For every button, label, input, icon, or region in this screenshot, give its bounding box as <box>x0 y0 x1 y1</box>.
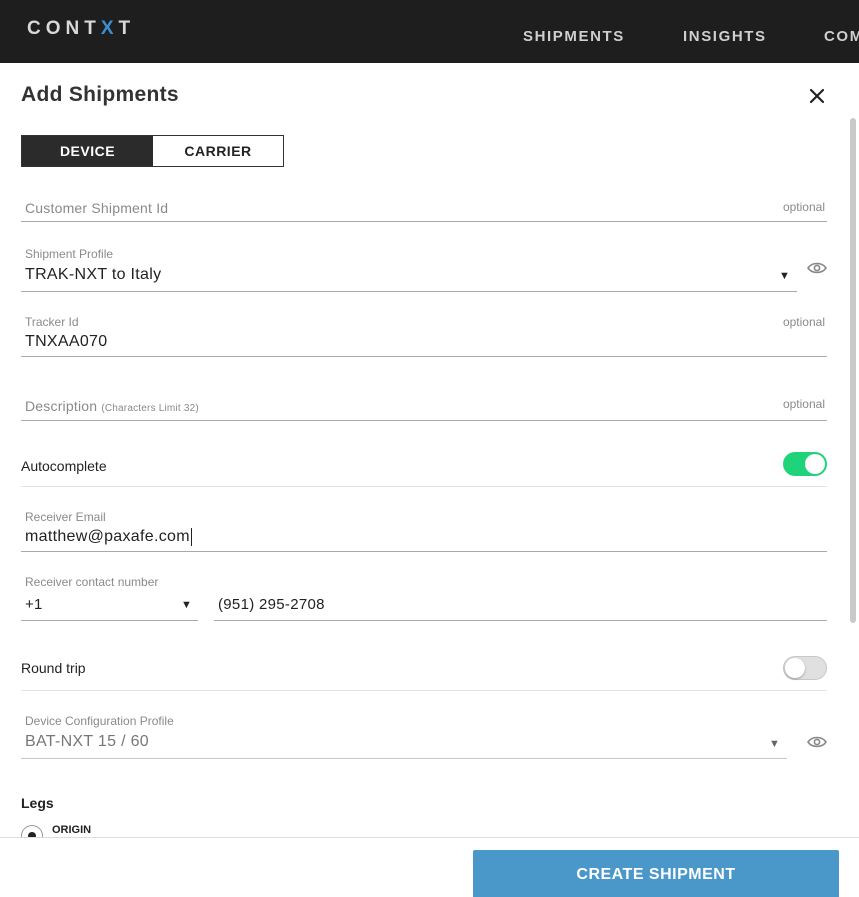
receiver-email-field[interactable]: Receiver Email matthew@paxafe.com <box>21 510 827 552</box>
create-shipment-button[interactable]: CREATE SHIPMENT <box>473 850 839 897</box>
autocomplete-toggle[interactable] <box>783 452 827 476</box>
nav-insights[interactable]: INSIGHTS <box>683 28 767 45</box>
close-icon[interactable] <box>806 85 828 107</box>
toggle-knob <box>785 658 805 678</box>
country-code-value: +1 <box>25 596 43 613</box>
description-field[interactable]: Description (Characters Limit 32) option… <box>21 388 827 421</box>
top-navigation-bar: CONTXT SHIPMENTS INSIGHTS COM <box>0 0 859 63</box>
origin-label: ORIGIN <box>52 824 92 836</box>
app-logo[interactable]: CONTXT <box>27 18 135 40</box>
optional-label: optional <box>782 397 825 411</box>
receiver-email-value: matthew@paxafe.com <box>25 528 192 546</box>
device-configuration-select[interactable]: Device Configuration Profile BAT-NXT 15 … <box>21 713 787 759</box>
shipment-profile-value: TRAK-NXT to Italy <box>25 266 162 283</box>
chevron-down-icon: ▼ <box>779 270 790 282</box>
add-shipments-modal: Add Shipments DEVICE CARRIER Customer Sh… <box>0 63 859 897</box>
nav-shipments[interactable]: SHIPMENTS <box>523 28 625 45</box>
chevron-down-icon: ▼ <box>769 738 780 750</box>
divider <box>21 486 827 487</box>
mode-tabs: DEVICE CARRIER <box>21 135 284 167</box>
receiver-contact-label: Receiver contact number <box>25 575 159 589</box>
eye-icon[interactable] <box>807 261 827 275</box>
device-config-label: Device Configuration Profile <box>25 714 174 728</box>
tab-device[interactable]: DEVICE <box>22 136 153 166</box>
nav-com[interactable]: COM <box>824 28 859 45</box>
round-trip-toggle[interactable] <box>783 656 827 680</box>
device-config-value: BAT-NXT 15 / 60 <box>25 733 149 750</box>
customer-shipment-id-field[interactable]: Customer Shipment Id optional <box>21 190 827 222</box>
tracker-id-label: Tracker Id <box>25 315 79 329</box>
modal-footer: CREATE SHIPMENT <box>0 837 859 897</box>
customer-shipment-id-placeholder: Customer Shipment Id <box>25 200 169 216</box>
shipment-profile-label: Shipment Profile <box>25 247 114 261</box>
legs-heading: Legs <box>21 795 54 811</box>
autocomplete-label: Autocomplete <box>21 458 107 474</box>
phone-number-value: (951) 295-2708 <box>218 596 325 613</box>
chevron-down-icon: ▼ <box>181 599 192 611</box>
tracker-id-field[interactable]: Tracker Id optional TNXAA070 <box>21 315 827 357</box>
country-code-select[interactable]: +1 ▼ <box>21 593 198 621</box>
receiver-email-label: Receiver Email <box>25 510 106 524</box>
toggle-knob <box>805 454 825 474</box>
tab-carrier[interactable]: CARRIER <box>153 136 283 166</box>
round-trip-label: Round trip <box>21 660 86 676</box>
optional-label: optional <box>782 315 825 329</box>
eye-icon[interactable] <box>807 735 827 749</box>
modal-scrollbar[interactable] <box>850 118 856 623</box>
description-placeholder: Description (Characters Limit 32) <box>25 398 199 414</box>
optional-label: optional <box>782 200 825 214</box>
shipment-profile-select[interactable]: Shipment Profile TRAK-NXT to Italy ▼ <box>21 245 797 292</box>
phone-number-field[interactable]: (951) 295-2708 <box>214 593 827 621</box>
modal-title: Add Shipments <box>21 83 179 106</box>
divider <box>21 690 827 691</box>
tracker-id-value: TNXAA070 <box>25 333 108 350</box>
